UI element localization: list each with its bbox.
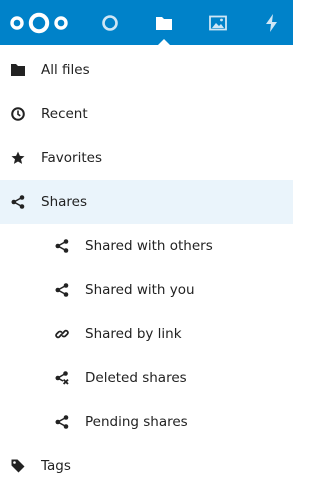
dashboard-circle-icon: [102, 14, 118, 31]
folder-icon: [11, 63, 25, 77]
lightning-icon: [266, 13, 277, 32]
app-activity[interactable]: [254, 0, 290, 45]
nav-item-label: Shared with others: [85, 238, 213, 254]
nav-item-label: Pending shares: [85, 414, 188, 430]
nav-item-label: Shared with you: [85, 282, 195, 298]
nav-item-all-files[interactable]: All files: [0, 48, 293, 92]
nav-item-favorites[interactable]: Favorites: [0, 136, 293, 180]
nav-item-recent[interactable]: Recent: [0, 92, 293, 136]
nextcloud-logo-icon[interactable]: [8, 11, 70, 35]
nav-item-tags[interactable]: Tags: [0, 444, 293, 488]
nav-item-label: Deleted shares: [85, 370, 187, 386]
nav-item-deleted-shares[interactable]: Deleted shares: [0, 356, 293, 400]
deleted-share-icon: [55, 371, 69, 385]
share-icon: [55, 415, 69, 429]
app-files[interactable]: [146, 0, 182, 45]
files-navigation: All files Recent Favorites Shares Shared…: [0, 48, 293, 488]
nav-item-label: Tags: [41, 458, 71, 474]
share-icon: [11, 195, 25, 209]
clock-icon: [11, 107, 25, 121]
nav-item-label: Shares: [41, 194, 87, 210]
image-icon: [209, 15, 227, 30]
app-photos[interactable]: [200, 0, 236, 45]
tag-icon: [11, 459, 25, 473]
nav-item-shared-by-link[interactable]: Shared by link: [0, 312, 293, 356]
folder-icon: [156, 16, 172, 30]
share-icon: [55, 283, 69, 297]
nav-item-label: Shared by link: [85, 326, 182, 342]
app-dashboard[interactable]: [92, 0, 128, 45]
nav-item-shares[interactable]: Shares: [0, 180, 293, 224]
star-icon: [11, 151, 25, 165]
top-header: [0, 0, 293, 45]
nav-item-shared-with-you[interactable]: Shared with you: [0, 268, 293, 312]
nav-item-pending-shares[interactable]: Pending shares: [0, 400, 293, 444]
link-icon: [55, 327, 69, 341]
share-icon: [55, 239, 69, 253]
nav-item-label: Recent: [41, 106, 88, 122]
nav-item-shared-with-others[interactable]: Shared with others: [0, 224, 293, 268]
nav-item-label: Favorites: [41, 150, 102, 166]
nav-item-label: All files: [41, 62, 90, 78]
